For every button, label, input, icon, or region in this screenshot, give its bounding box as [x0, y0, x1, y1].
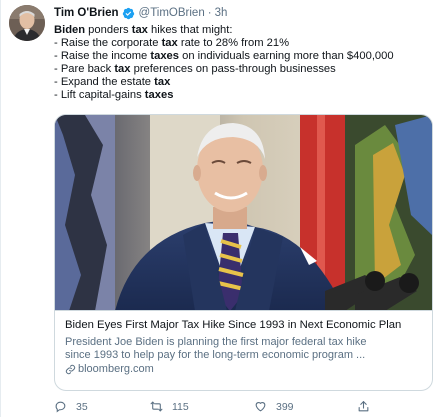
tweet-text-segment: - Raise the corporate: [54, 37, 162, 50]
card-description-line: President Joe Biden is planning the firs…: [65, 336, 367, 348]
link-card[interactable]: Biden Eyes First Major Tax Hike Since 19…: [54, 114, 433, 391]
tweet-text: Biden ponders tax hikes that might: - Rai…: [54, 24, 439, 103]
tweet-text-segment: - Raise the income: [54, 50, 151, 63]
retweet-icon: [150, 401, 163, 412]
tweet-text-segment: rate to 28% from 21%: [177, 37, 290, 50]
highlighted-keyword: tax: [131, 24, 148, 36]
tweet-text-segment: - Lift capital-gains: [54, 89, 145, 102]
tweet-text-segment: hikes that might:: [147, 24, 233, 36]
highlighted-keyword: tax: [154, 76, 171, 89]
tweet-header: Tim O'Brien @TimOBrien · 3h: [54, 6, 227, 20]
share-button[interactable]: [357, 400, 370, 413]
card-title[interactable]: Biden Eyes First Major Tax Hike Since 19…: [65, 318, 423, 332]
heart-icon: [255, 402, 266, 412]
tweet-text-segment: ponders: [85, 24, 132, 36]
retweet-button[interactable]: 115: [150, 400, 189, 413]
tweet-text-line: Biden ponders tax hikes that might:: [54, 24, 439, 37]
tweet-text-segment: - Expand the estate: [54, 76, 155, 89]
author-name[interactable]: Tim O'Brien: [54, 7, 119, 19]
highlighted-keyword: tax: [161, 37, 178, 50]
tweet-text-segment: - Pare back: [54, 63, 115, 76]
share-icon: [358, 401, 369, 412]
highlighted-keyword: tax: [114, 63, 131, 76]
card-description: President Joe Biden is planning the firs…: [65, 336, 423, 362]
highlighted-keyword: taxes: [150, 50, 180, 63]
reply-icon: [55, 401, 66, 413]
header-separator: ·: [207, 7, 212, 19]
tweet-actions: 35 115 399: [54, 400, 439, 416]
tweet-text-line: - Pare back tax preferences on pass-thro…: [54, 63, 439, 76]
author-handle[interactable]: @TimOBrien: [139, 7, 205, 19]
highlighted-keyword: Biden: [54, 24, 86, 36]
tweet[interactable]: Tim O'Brien @TimOBrien · 3h Biden ponder…: [0, 0, 445, 417]
reply-count: 35: [76, 400, 88, 413]
reply-button[interactable]: 35: [54, 400, 88, 413]
card-image[interactable]: [55, 115, 432, 311]
tweet-text-segment: on individuals earning more than $400,00…: [179, 50, 394, 63]
card-domain[interactable]: bloomberg.com: [65, 363, 423, 376]
tweet-text-line: - Raise the income taxes on individuals …: [54, 50, 439, 63]
card-text[interactable]: Biden Eyes First Major Tax Hike Since 19…: [65, 318, 423, 376]
link-icon: [65, 364, 76, 375]
tweet-text-line: - Lift capital-gains taxes: [54, 89, 439, 102]
avatar[interactable]: [9, 5, 45, 41]
tweet-text-segment: preferences on pass-through businesses: [130, 63, 336, 76]
retweet-count: 115: [172, 400, 189, 413]
card-description-line: since 1993 to help pay for the long-term…: [65, 349, 366, 361]
tweet-text-line: - Raise the corporate tax rate to 28% fr…: [54, 37, 439, 50]
card-domain-text: bloomberg.com: [78, 363, 154, 375]
like-button[interactable]: 399: [254, 400, 294, 413]
tweet-timestamp[interactable]: 3h: [215, 7, 228, 19]
verified-badge-icon: [122, 7, 135, 20]
tweet-text-line: - Expand the estate tax: [54, 76, 439, 89]
highlighted-keyword: taxes: [144, 89, 174, 102]
like-count: 399: [276, 400, 294, 413]
